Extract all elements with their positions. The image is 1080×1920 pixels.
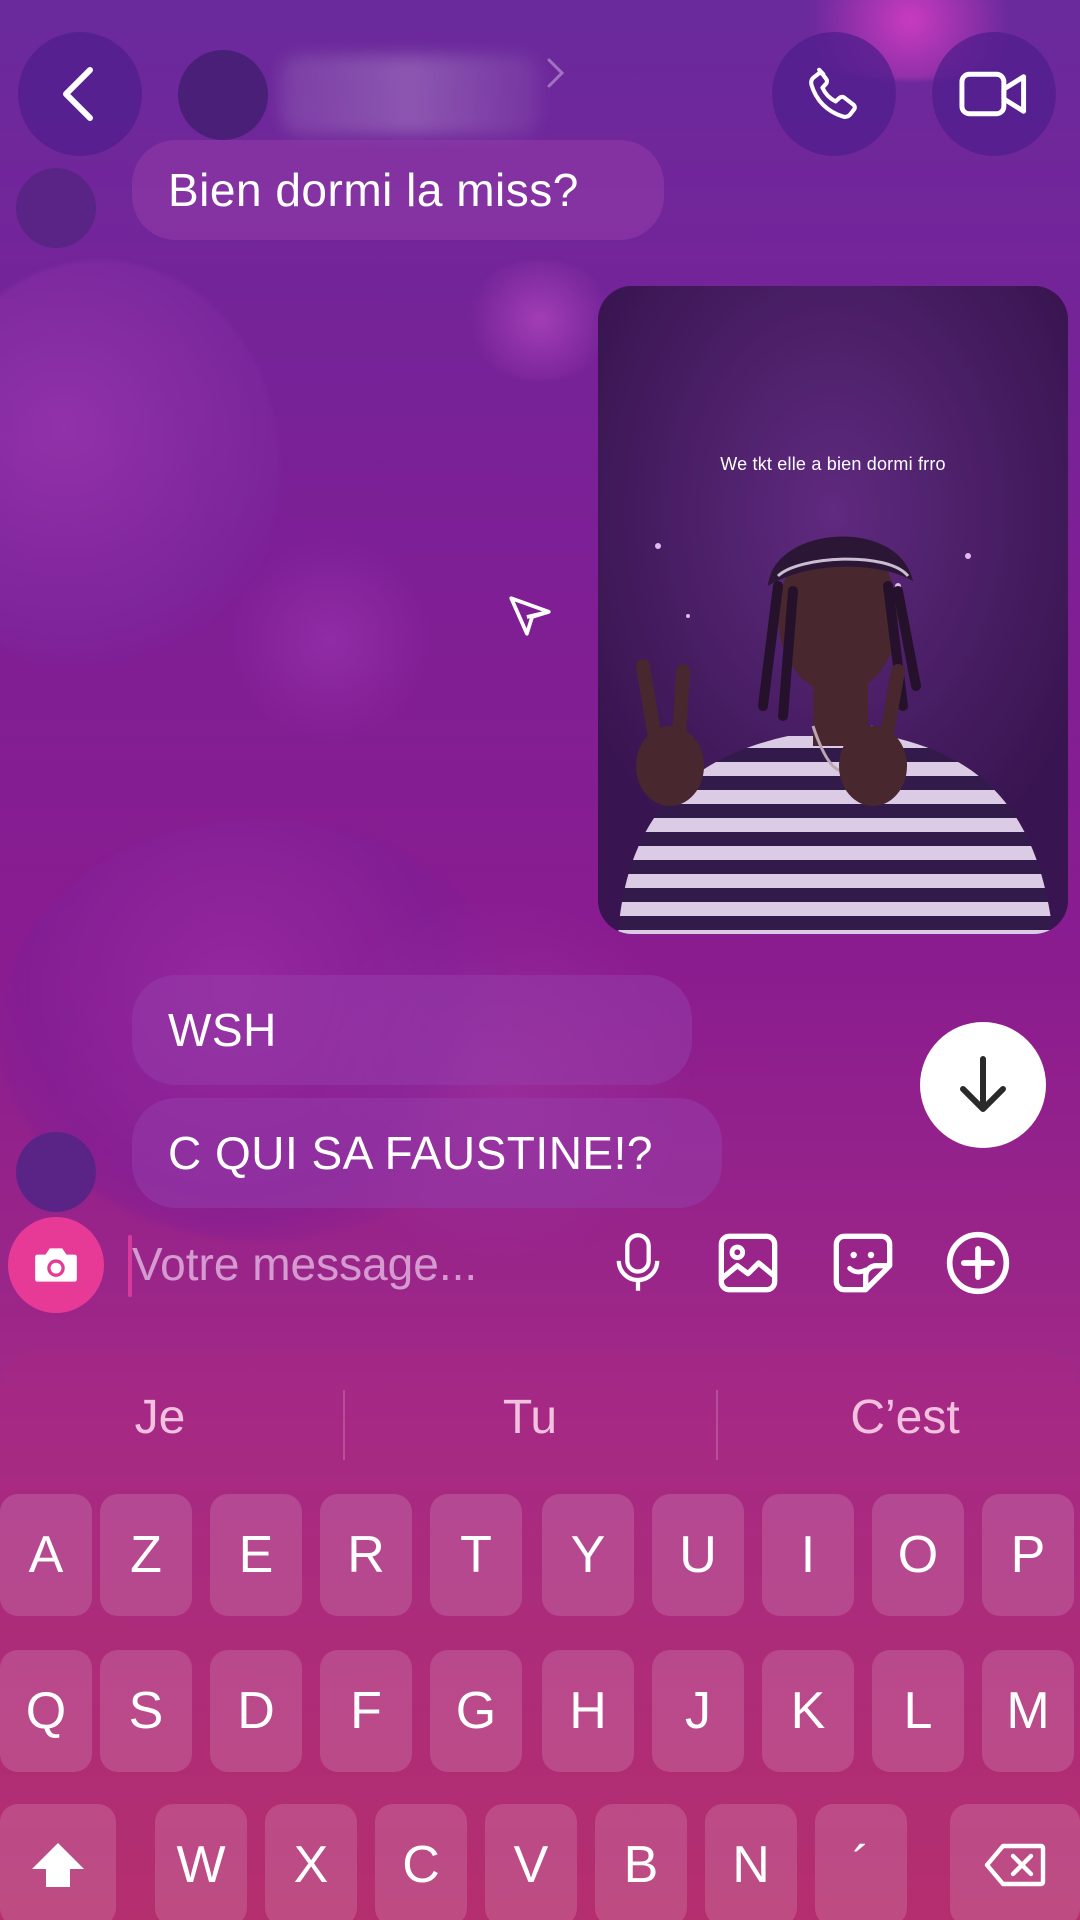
more-options-button[interactable] (940, 1225, 1016, 1301)
key[interactable]: B (595, 1804, 687, 1920)
back-button[interactable] (18, 32, 142, 156)
image-caption: We tkt elle a bien dormi frro (720, 454, 946, 474)
key[interactable]: Z (100, 1494, 192, 1616)
key[interactable]: T (430, 1494, 522, 1616)
suggestion-item[interactable]: C’est (735, 1390, 1075, 1445)
send-arrow-icon (509, 596, 551, 636)
key[interactable]: X (265, 1804, 357, 1920)
arrow-down-icon (960, 1056, 1006, 1112)
key[interactable]: S (100, 1650, 192, 1772)
chat-screen: Bien dormi la miss? We tkt elle a bien d… (0, 0, 1080, 1920)
message-composer (0, 1205, 1080, 1315)
microphone-icon (616, 1233, 660, 1291)
suggestion-divider (343, 1390, 345, 1460)
microphone-button[interactable] (600, 1225, 676, 1301)
phone-icon (809, 67, 857, 119)
key[interactable]: K (762, 1650, 854, 1772)
message-bubble[interactable]: Bien dormi la miss? (132, 140, 664, 240)
key[interactable]: L (872, 1650, 964, 1772)
contact-avatar[interactable] (178, 50, 268, 140)
plus-icon (946, 1231, 1010, 1295)
keyboard-suggestions: Je Tu C’est (0, 1370, 1080, 1470)
key[interactable]: P (982, 1494, 1074, 1616)
backspace-key[interactable] (950, 1804, 1080, 1920)
photo-of-person (598, 286, 1068, 934)
share-button[interactable] (505, 592, 555, 647)
camera-icon (35, 1248, 77, 1282)
key[interactable]: A (0, 1494, 92, 1616)
key[interactable]: J (652, 1650, 744, 1772)
key[interactable]: E (210, 1494, 302, 1616)
key[interactable]: Q (0, 1650, 92, 1772)
message-bubble[interactable]: WSH (132, 975, 692, 1085)
sender-avatar[interactable] (16, 168, 96, 248)
suggestion-divider (716, 1390, 718, 1460)
suggestion-item[interactable]: Tu (360, 1390, 700, 1445)
key[interactable]: V (485, 1804, 577, 1920)
camera-button[interactable] (8, 1217, 104, 1313)
backspace-icon (984, 1843, 1046, 1887)
back-chevron-icon (63, 67, 93, 121)
video-call-button[interactable] (932, 32, 1056, 156)
key[interactable]: D (210, 1650, 302, 1772)
key[interactable]: F (320, 1650, 412, 1772)
key[interactable]: ´ (815, 1804, 907, 1920)
background-heart (220, 540, 440, 740)
shift-arrow-icon (32, 1843, 84, 1887)
message-input[interactable] (132, 1223, 582, 1305)
key[interactable]: O (872, 1494, 964, 1616)
contact-name-blurred[interactable] (280, 55, 540, 135)
shift-key[interactable] (0, 1804, 116, 1920)
sender-avatar[interactable] (16, 1132, 96, 1212)
key[interactable]: I (762, 1494, 854, 1616)
suggestion-item[interactable]: Je (0, 1390, 330, 1445)
background-heart (460, 260, 620, 380)
gallery-icon (718, 1233, 778, 1293)
key[interactable]: U (652, 1494, 744, 1616)
key[interactable]: C (375, 1804, 467, 1920)
key[interactable]: G (430, 1650, 522, 1772)
gallery-button[interactable] (710, 1225, 786, 1301)
key[interactable]: H (542, 1650, 634, 1772)
sticker-icon (833, 1233, 893, 1293)
video-camera-icon (959, 71, 1027, 117)
key[interactable]: R (320, 1494, 412, 1616)
chevron-right-icon (547, 58, 565, 88)
key[interactable]: W (155, 1804, 247, 1920)
key[interactable]: N (705, 1804, 797, 1920)
story-reply-image[interactable]: We tkt elle a bien dormi frro (598, 286, 1068, 934)
scroll-to-bottom-button[interactable] (920, 1022, 1046, 1148)
key[interactable]: M (982, 1650, 1074, 1772)
call-button[interactable] (772, 32, 896, 156)
key[interactable]: Y (542, 1494, 634, 1616)
message-bubble[interactable]: C QUI SA FAUSTINE!? (132, 1098, 722, 1208)
sticker-button[interactable] (825, 1225, 901, 1301)
